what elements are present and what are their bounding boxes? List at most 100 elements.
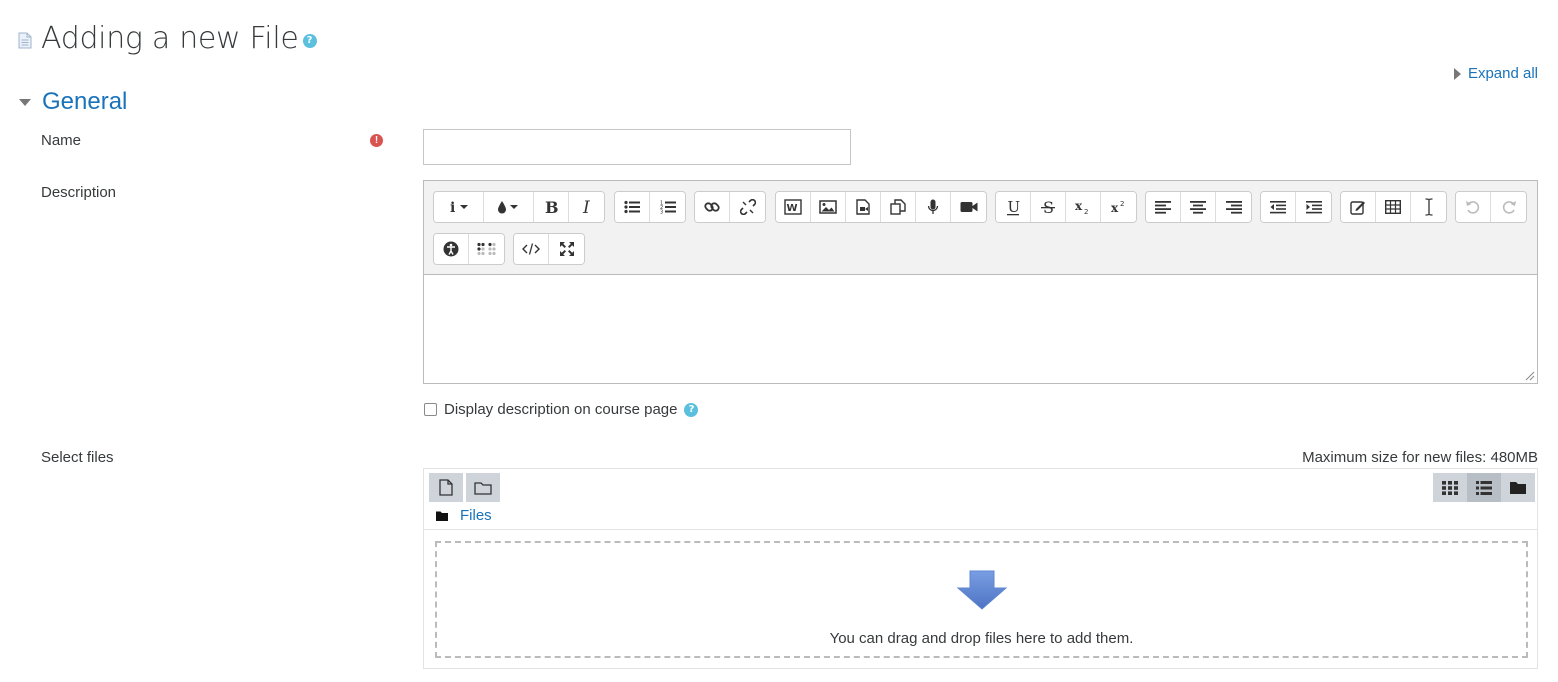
link-icon [704, 202, 720, 212]
outdent-button[interactable] [1261, 192, 1296, 222]
expand-icon [559, 242, 574, 256]
svg-text:U: U [1008, 199, 1021, 216]
display-description-row: Display description on course page ? [423, 401, 699, 418]
align-right-icon [1225, 201, 1242, 214]
accessibility-checker-button[interactable] [434, 234, 469, 264]
max-size-text: Maximum size for new files: 480MB [1302, 449, 1538, 466]
file-icon [439, 479, 453, 496]
html-source-button[interactable] [514, 234, 549, 264]
underline-button[interactable]: U [996, 192, 1031, 222]
caret-right-icon [1453, 67, 1461, 80]
add-file-button[interactable] [429, 473, 463, 502]
fullscreen-button[interactable] [549, 234, 584, 264]
microphone-icon [927, 199, 939, 214]
clear-formatting-button[interactable] [1411, 192, 1446, 222]
download-arrow-icon [956, 570, 1007, 610]
numbered-list-icon: 1 2 3 [660, 201, 676, 215]
table-icon [1385, 200, 1401, 214]
folder-solid-icon [1510, 482, 1526, 494]
align-left-button[interactable] [1146, 192, 1181, 222]
breadcrumb: Files [436, 507, 492, 524]
folder-solid-icon [436, 511, 448, 521]
redo-button[interactable] [1491, 192, 1526, 222]
expand-all-link[interactable]: Expand all [1453, 65, 1538, 82]
breadcrumb-folder-link[interactable]: Files [460, 507, 492, 524]
undo-button[interactable] [1456, 192, 1491, 222]
folder-icon [474, 481, 492, 495]
divider [424, 529, 1537, 530]
table-button[interactable] [1376, 192, 1411, 222]
code-icon [522, 243, 540, 255]
view-tree-button[interactable] [1501, 473, 1535, 502]
resize-handle-icon[interactable] [1525, 371, 1535, 381]
caret-down-icon [19, 98, 31, 106]
section-general-toggle[interactable]: General [18, 88, 127, 116]
view-details-button[interactable] [1467, 473, 1501, 502]
svg-text:2: 2 [1120, 200, 1124, 208]
manage-files-button[interactable] [881, 192, 916, 222]
page-heading: Adding a new File ? [18, 18, 317, 58]
display-description-checkbox[interactable] [424, 403, 437, 416]
strikethrough-icon: S [1041, 199, 1055, 216]
svg-text:x: x [1111, 201, 1119, 215]
accessibility-icon [443, 241, 459, 257]
word-import-button[interactable]: W [776, 192, 811, 222]
dropzone-text: You can drag and drop files here to add … [829, 630, 1134, 647]
copy-files-icon [890, 199, 906, 215]
media-button[interactable] [846, 192, 881, 222]
align-center-button[interactable] [1181, 192, 1216, 222]
video-camera-icon [960, 202, 977, 212]
word-icon: W [784, 199, 802, 215]
text-cursor-icon [1424, 198, 1433, 216]
help-icon[interactable]: ? [684, 402, 699, 417]
record-video-button[interactable] [951, 192, 986, 222]
font-color-button[interactable] [484, 192, 534, 222]
unordered-list-button[interactable] [615, 192, 650, 222]
description-label: Description [41, 184, 117, 201]
toolbar-group-media: W [775, 191, 987, 223]
image-icon [819, 200, 837, 214]
paragraph-style-button[interactable]: i [434, 192, 484, 222]
image-button[interactable] [811, 192, 846, 222]
create-folder-button[interactable] [466, 473, 500, 502]
help-icon[interactable]: ? [302, 34, 317, 48]
toolbar-group-history [1455, 191, 1527, 223]
file-manager: Files You can drag and drop files here t… [423, 468, 1538, 669]
superscript-icon: x 2 [1111, 200, 1124, 215]
outdent-icon [1270, 201, 1286, 214]
svg-text:W: W [787, 203, 798, 214]
subscript-button[interactable]: x 2 [1066, 192, 1101, 222]
svg-text:i: i [450, 200, 455, 214]
ordered-list-button[interactable]: 1 2 3 [650, 192, 685, 222]
superscript-button[interactable]: x 2 [1101, 192, 1136, 222]
align-left-icon [1155, 201, 1171, 214]
undo-icon [1466, 201, 1480, 214]
required-icon: ! [370, 134, 383, 147]
file-dropzone[interactable]: You can drag and drop files here to add … [435, 541, 1528, 658]
svg-text:3: 3 [660, 210, 663, 215]
bold-button[interactable]: B [534, 192, 569, 222]
align-center-icon [1190, 201, 1206, 214]
toolbar-group-links [694, 191, 766, 223]
svg-text:I: I [582, 199, 590, 215]
description-editor: i B I 1 2 3 W U S x 2 x 2 [423, 180, 1538, 384]
bold-icon: B [545, 199, 558, 215]
italic-button[interactable]: I [569, 192, 604, 222]
subscript-icon: x 2 [1075, 199, 1088, 215]
strikethrough-button[interactable]: S [1031, 192, 1066, 222]
record-audio-button[interactable] [916, 192, 951, 222]
toolbar-group-lists: 1 2 3 [614, 191, 686, 223]
screen-reader-helper-button[interactable] [469, 234, 504, 264]
indent-button[interactable] [1296, 192, 1331, 222]
indent-icon [1305, 201, 1322, 214]
svg-text:2: 2 [1084, 208, 1088, 215]
equation-button[interactable] [1341, 192, 1376, 222]
unlink-button[interactable] [730, 192, 765, 222]
name-input[interactable] [423, 129, 851, 165]
page-title: Adding a new File [41, 20, 299, 56]
bullet-list-icon [624, 200, 640, 214]
description-textarea[interactable] [424, 275, 1537, 383]
view-icons-button[interactable] [1433, 473, 1467, 502]
link-button[interactable] [695, 192, 730, 222]
align-right-button[interactable] [1216, 192, 1251, 222]
